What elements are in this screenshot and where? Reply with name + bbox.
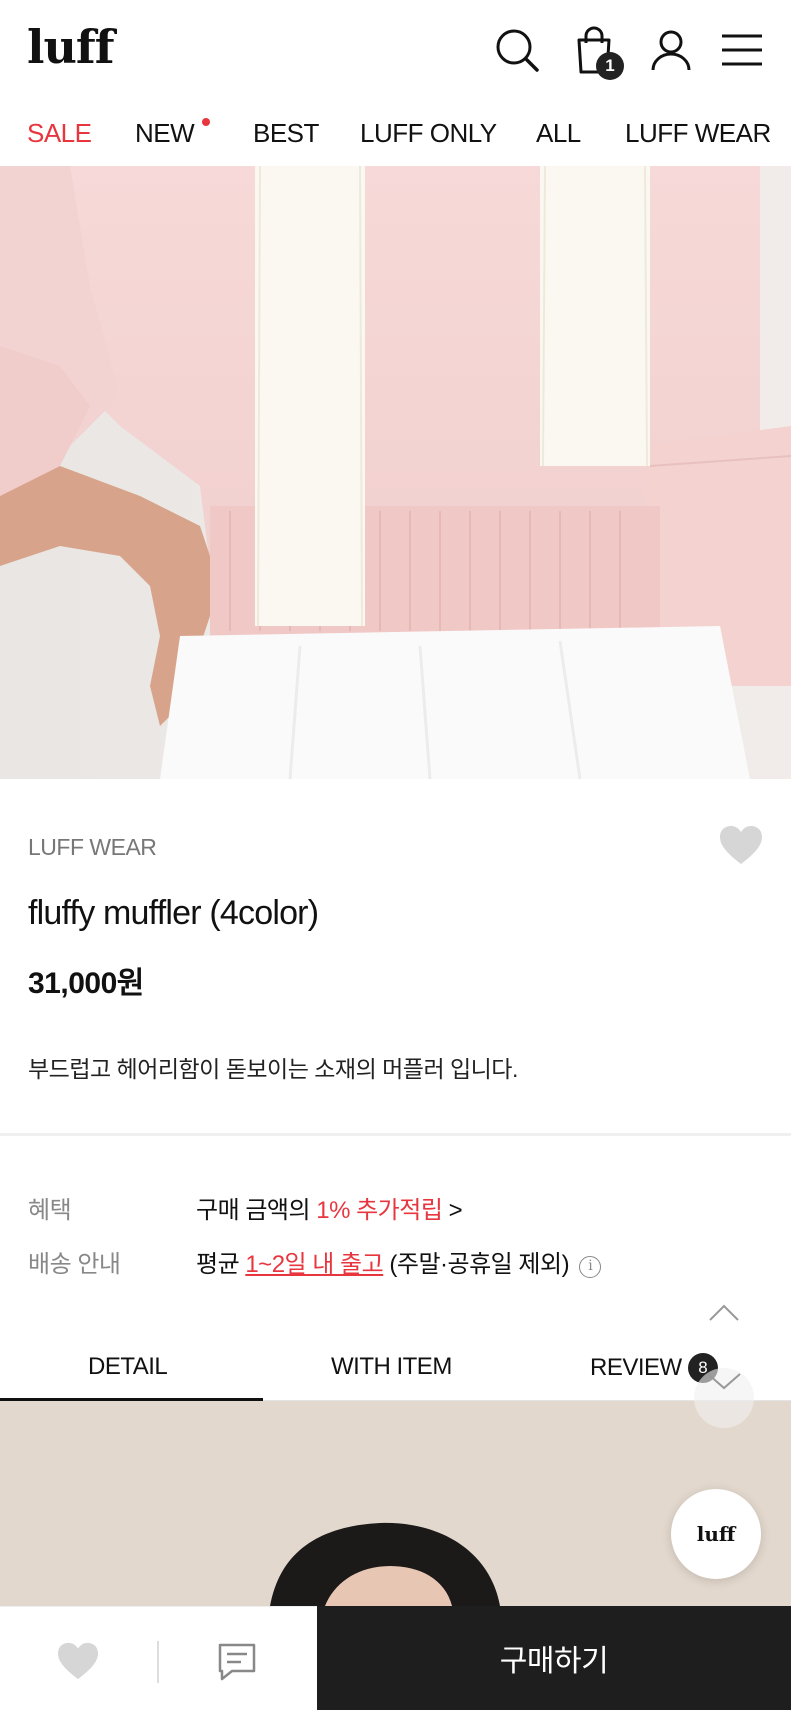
shipping-label: 배송 안내 xyxy=(28,1251,121,1278)
tab-detail[interactable]: DETAIL xyxy=(88,1353,168,1381)
shipping-highlight: 1~2일 내 출고 xyxy=(245,1251,384,1278)
nav-item-luff-wear[interactable]: LUFF WEAR xyxy=(625,118,771,149)
product-name: fluffy muffler (4color) xyxy=(28,894,319,932)
nav-item-best[interactable]: BEST xyxy=(253,118,319,149)
nav-item-new[interactable]: NEW xyxy=(135,118,195,149)
section-divider xyxy=(0,1133,791,1136)
bottom-left-actions xyxy=(0,1606,317,1710)
product-brand[interactable]: LUFF WEAR xyxy=(28,834,157,861)
tab-with-item[interactable]: WITH ITEM xyxy=(331,1353,452,1381)
product-description: 부드럽고 헤어리함이 돋보이는 소재의 머플러 입니다. xyxy=(28,1056,518,1082)
shipping-prefix: 평균 xyxy=(196,1251,246,1278)
tab-review-label: REVIEW xyxy=(590,1354,682,1381)
bottom-separator xyxy=(157,1641,159,1683)
wishlist-heart-icon[interactable] xyxy=(718,824,764,866)
buy-button[interactable]: 구매하기 xyxy=(317,1606,791,1710)
info-icon[interactable]: i xyxy=(579,1256,602,1278)
scroll-down-button[interactable] xyxy=(694,1368,754,1428)
benefit-value[interactable]: 구매 금액의 1% 추가적립 > xyxy=(196,1190,463,1225)
menu-icon[interactable] xyxy=(716,22,768,78)
benefit-suffix: > xyxy=(442,1197,463,1224)
chat-icon[interactable] xyxy=(216,1641,258,1683)
header: luff 1 xyxy=(0,0,791,100)
shipping-suffix: (주말·공휴일 제외) xyxy=(383,1251,570,1278)
nav-item-luff-only[interactable]: LUFF ONLY xyxy=(360,118,497,149)
new-indicator-dot xyxy=(202,118,210,126)
benefit-prefix: 구매 금액의 xyxy=(196,1197,317,1224)
nav-item-sale[interactable]: SALE xyxy=(27,118,92,149)
cart-count-badge: 1 xyxy=(596,52,624,80)
product-price: 31,000원 xyxy=(28,967,144,1000)
nav-item-all[interactable]: ALL xyxy=(536,118,581,149)
bottom-action-bar: 구매하기 xyxy=(0,1606,791,1710)
scroll-up-icon[interactable] xyxy=(708,1300,740,1324)
logo[interactable]: luff xyxy=(27,20,114,74)
account-icon[interactable] xyxy=(645,22,697,78)
benefit-highlight: 1% 추가적립 xyxy=(316,1197,443,1224)
scroll-down-icon xyxy=(707,1373,741,1390)
shipping-value: 평균 1~2일 내 출고 (주말·공휴일 제외) i xyxy=(196,1244,602,1279)
benefit-label: 혜택 xyxy=(28,1197,72,1224)
cart-button[interactable]: 1 xyxy=(568,22,624,80)
search-icon[interactable] xyxy=(491,22,543,78)
detail-image xyxy=(0,1401,791,1606)
wishlist-heart-icon-bottom[interactable] xyxy=(56,1641,100,1681)
floating-luff-button[interactable]: luff xyxy=(671,1489,761,1579)
product-image xyxy=(0,166,791,779)
